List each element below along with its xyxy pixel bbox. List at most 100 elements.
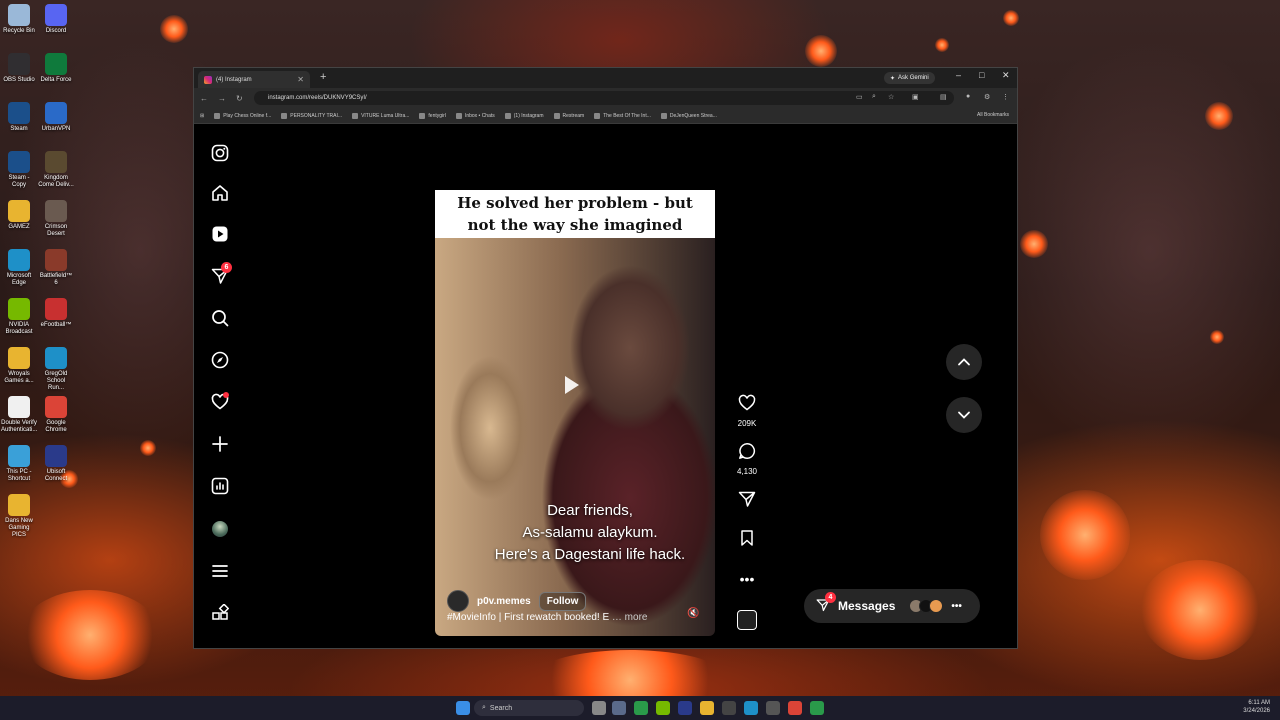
desktop-shortcut[interactable]: Dans New Gaming PICS [1, 494, 37, 539]
all-bookmarks-button[interactable]: All Bookmarks [977, 112, 1009, 118]
bookmark-item[interactable]: The Best Of The Int... [594, 112, 651, 119]
previous-reel-button[interactable] [946, 344, 982, 380]
desktop-shortcut[interactable]: Steam [1, 102, 37, 133]
bookmark-star-icon[interactable]: ☆ [888, 93, 894, 101]
app-icon[interactable] [678, 701, 692, 715]
comment-icon[interactable] [725, 442, 769, 465]
desktop-shortcut[interactable]: NVIDIA Broadcast [1, 298, 37, 336]
home-icon[interactable] [210, 184, 230, 204]
settings-icon[interactable]: ⚙ [984, 93, 990, 101]
bookmark-icon[interactable] [725, 529, 769, 552]
more-options-icon[interactable]: ••• [725, 570, 769, 588]
zoom-icon[interactable]: ⌕ [872, 93, 876, 101]
share-action[interactable] [725, 490, 769, 513]
profile-avatar[interactable] [210, 519, 230, 539]
app-icon[interactable] [634, 701, 648, 715]
desktop-shortcut[interactable]: Discord [38, 4, 74, 35]
comment-action[interactable]: 4,130 [725, 442, 769, 476]
nvidia-icon[interactable] [656, 701, 670, 715]
app-icon[interactable] [722, 701, 736, 715]
author-username[interactable]: p0v.memes [477, 596, 531, 607]
desktop-shortcut[interactable]: Ubisoft Connect [38, 445, 74, 483]
desktop-shortcut[interactable]: Kingdom Come Deliv... [38, 151, 74, 189]
desktop-shortcut[interactable]: Microsoft Edge [1, 249, 37, 287]
bookmark-item[interactable]: Restream [553, 112, 585, 119]
desktop-shortcut[interactable]: Google Chrome [38, 396, 74, 434]
notifications-heart-icon[interactable] [210, 392, 230, 413]
mute-toggle-icon[interactable]: 🔇 [687, 608, 699, 619]
settings-icon[interactable] [612, 701, 626, 715]
task-view-icon[interactable] [592, 701, 606, 715]
app-icon[interactable] [810, 701, 824, 715]
messages-button[interactable]: 4 Messages ••• [804, 589, 980, 623]
dashboard-icon[interactable] [210, 477, 230, 497]
bookmark-item[interactable]: DeJenQueen Strea... [660, 112, 717, 119]
desktop-shortcut[interactable]: GregOld School Run... [38, 347, 74, 392]
author-avatar[interactable] [447, 590, 469, 612]
save-action[interactable] [725, 529, 769, 552]
more-link[interactable]: … more [612, 612, 648, 623]
chrome-icon[interactable] [788, 701, 802, 715]
share-icon[interactable] [725, 490, 769, 513]
bookmark-item[interactable]: Inbox • Chats [455, 112, 495, 119]
explore-compass-icon[interactable] [210, 351, 230, 371]
maximize-button[interactable]: □ [979, 70, 984, 80]
search-icon[interactable] [210, 309, 230, 329]
follow-button[interactable]: Follow [538, 591, 587, 611]
tab-close-icon[interactable]: ✕ [297, 75, 310, 84]
desktop-shortcut[interactable]: Wroyals Games a... [1, 347, 37, 385]
bookmark-item[interactable]: PERSONALITY TRAI... [281, 112, 342, 119]
desktop-shortcut[interactable]: GAMEZ [1, 200, 37, 231]
create-plus-icon[interactable] [210, 435, 230, 455]
desktop-shortcut[interactable]: Battlefield™ 6 [38, 249, 74, 287]
edge-icon[interactable] [744, 701, 758, 715]
desktop-shortcut[interactable]: Crimson Desert [38, 200, 74, 238]
file-explorer-icon[interactable] [700, 701, 714, 715]
heart-icon[interactable] [725, 394, 769, 417]
system-clock[interactable]: 6:11 AM 3/24/2026 [1243, 699, 1270, 715]
close-window-button[interactable]: ✕ [1002, 70, 1010, 81]
desktop-shortcut[interactable]: Delta Force [38, 53, 74, 84]
install-app-icon[interactable]: ▭ [856, 93, 863, 101]
bookmark-item[interactable]: Play Chess Online f... [214, 112, 271, 119]
new-tab-button[interactable]: + [320, 71, 326, 83]
desktop-shortcut[interactable]: eFootball™ [38, 298, 74, 329]
instagram-logo-icon[interactable] [210, 144, 230, 164]
sidebar-toggle-icon[interactable]: ▤ [940, 93, 947, 101]
address-bar[interactable]: instagram.com/reels/DUKNVY9CSyI/ [254, 91, 954, 105]
bookmark-item[interactable]: (1) Instagram [504, 112, 544, 119]
reels-icon[interactable] [210, 225, 230, 245]
audio-thumbnail[interactable] [725, 610, 769, 630]
bookmark-label: Restream [562, 112, 585, 119]
desktop-shortcut[interactable]: Recycle Bin [1, 4, 37, 35]
reel-video-frame[interactable]: Dear friends, As-salamu alaykum. Here's … [435, 238, 715, 636]
browser-tab-instagram[interactable]: (4) Instagram ✕ [198, 71, 310, 88]
taskbar-search[interactable]: ⌕ Search [474, 700, 584, 716]
more-menu-icon[interactable]: ⋮ [1002, 93, 1009, 101]
like-action[interactable]: 209K [725, 394, 769, 428]
bookmark-item[interactable]: fentygirl [419, 112, 446, 119]
steam-icon [8, 102, 30, 124]
minimize-button[interactable]: – [956, 70, 961, 80]
also-from-meta-icon[interactable] [210, 603, 230, 624]
extensions-icon[interactable]: ▣ [912, 93, 919, 101]
next-reel-button[interactable] [946, 397, 982, 433]
reload-icon[interactable]: ↻ [236, 94, 243, 103]
ask-gemini-button[interactable]: ✦ Ask Gemini [884, 72, 935, 84]
desktop-shortcut[interactable]: This PC - Shortcut [1, 445, 37, 483]
back-arrow-icon[interactable]: ← [200, 94, 208, 103]
start-windows-icon[interactable] [456, 701, 470, 715]
profile-icon[interactable]: ● [966, 93, 970, 100]
menu-hamburger-icon[interactable] [210, 562, 230, 582]
play-icon[interactable] [565, 376, 579, 394]
desktop-shortcut[interactable]: Double Verify Authenticati... [1, 396, 37, 434]
apps-grid-icon[interactable]: ⊞ [200, 113, 204, 119]
forward-arrow-icon[interactable]: → [218, 94, 226, 103]
desktop-shortcut[interactable]: UrbanVPN [38, 102, 74, 133]
bookmark-item[interactable]: VITURE Luma Ultra... [352, 112, 409, 119]
app-icon[interactable] [766, 701, 780, 715]
reel-player[interactable]: He solved her problem - but not the way … [435, 140, 715, 636]
desktop-shortcut[interactable]: Steam - Copy [1, 151, 37, 189]
direct-messages-icon[interactable]: 6 [210, 262, 232, 287]
desktop-shortcut[interactable]: OBS Studio [1, 53, 37, 84]
